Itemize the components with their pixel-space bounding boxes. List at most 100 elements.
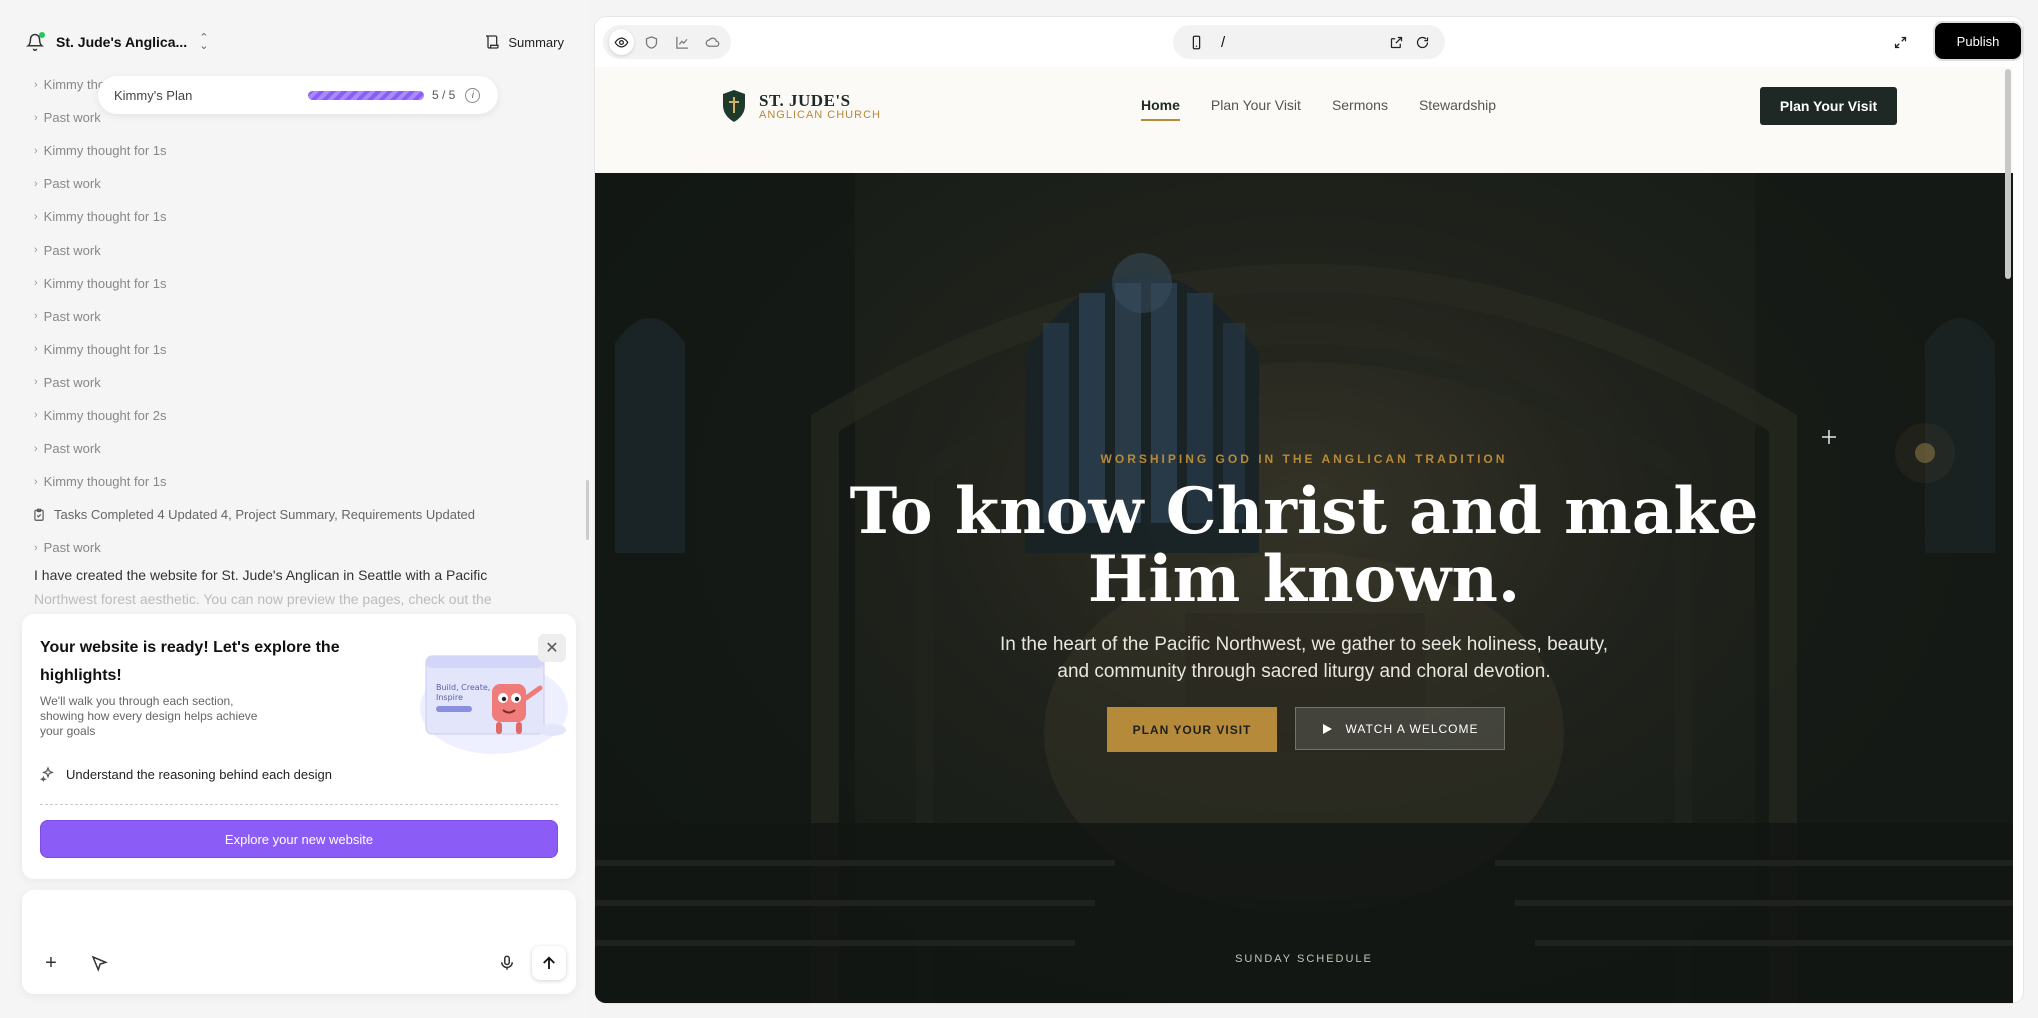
chevron-right-icon: ›	[34, 111, 38, 124]
hero-plan-visit-button[interactable]: PLAN YOUR VISIT	[1107, 707, 1277, 752]
card-feature: Understand the reasoning behind each des…	[40, 766, 332, 782]
microphone-button[interactable]	[490, 946, 524, 980]
eye-icon	[614, 36, 629, 48]
summary-button[interactable]: Summary	[476, 28, 572, 56]
arrow-up-icon	[543, 956, 555, 969]
chevron-right-icon: ›	[34, 376, 38, 389]
website-preview: ST. JUDE'S ANGLICAN CHURCH Home Plan You…	[595, 67, 2013, 1003]
hero-subtitle: In the heart of the Pacific Northwest, w…	[1000, 634, 1608, 682]
chevron-right-icon: ›	[34, 177, 38, 190]
illus-text: Inspire	[436, 693, 463, 702]
shield-icon	[646, 35, 658, 49]
preview-panel: / Publish ST. JUDE'S ANGLICAN CHURCH Hom…	[594, 16, 2024, 1004]
plus-icon: +	[45, 951, 57, 974]
refresh-icon	[1416, 36, 1428, 48]
message-composer[interactable]: +	[22, 890, 576, 994]
project-name[interactable]: St. Jude's Anglica...	[56, 34, 187, 50]
website-ready-card: Your website is ready! Let's explore the…	[22, 614, 576, 879]
open-external-button[interactable]	[1383, 29, 1409, 55]
brand-name: ST. JUDE'S	[759, 90, 851, 110]
log-item[interactable]: › Past work	[34, 300, 554, 333]
fullscreen-button[interactable]	[1887, 29, 1913, 55]
view-mode-group	[603, 25, 731, 59]
site-header: ST. JUDE'S ANGLICAN CHURCH Home Plan You…	[595, 67, 2013, 173]
log-item[interactable]: ›Kimmy thought for 1s	[34, 333, 554, 366]
external-link-icon	[1390, 36, 1402, 48]
device-toggle-button[interactable]	[1183, 29, 1209, 55]
log-item[interactable]: ›Kimmy thought for 1s	[34, 200, 554, 233]
log-item[interactable]: › Past work	[34, 432, 554, 465]
log-item[interactable]: › Past work	[34, 167, 554, 200]
chevron-updown-icon[interactable]: ⌃ ⌄	[199, 33, 208, 52]
chart-line-icon	[676, 36, 688, 49]
nav-home[interactable]: Home	[1141, 97, 1180, 121]
plan-progress-fill	[308, 90, 424, 100]
plan-count: 5 / 5	[432, 88, 456, 102]
log-item[interactable]: ›Kimmy thought for 1s	[34, 267, 554, 300]
plan-progress-bar	[308, 90, 424, 100]
header-plan-visit-button[interactable]: Plan Your Visit	[1760, 87, 1897, 125]
preview-scrollbar[interactable]	[2003, 67, 2013, 1003]
plan-label: Kimmy's Plan	[114, 87, 193, 103]
analytics-button[interactable]	[670, 29, 695, 55]
url-path[interactable]: /	[1221, 34, 1383, 51]
chevron-right-icon: ›	[34, 144, 38, 157]
sparkles-icon	[40, 766, 55, 782]
card-description: We'll walk you through each section, sho…	[40, 694, 258, 738]
log-item[interactable]: › Kimmy thought for 2s	[34, 399, 554, 432]
scrollbar-thumb[interactable]	[2005, 69, 2011, 279]
address-bar[interactable]: /	[1173, 25, 1445, 59]
notification-button[interactable]	[22, 29, 48, 55]
chevron-right-icon: ›	[34, 475, 38, 488]
log-item[interactable]: › Past work	[34, 233, 554, 266]
close-icon: ✕	[545, 640, 559, 657]
publish-button[interactable]: Publish	[1935, 23, 2021, 59]
chevron-right-icon: ›	[34, 409, 38, 422]
microphone-icon	[501, 955, 513, 970]
hero-title: To know Christ and make Him known.	[849, 474, 1759, 617]
site-nav: Home Plan Your Visit Sermons Stewardship	[1141, 97, 1496, 121]
watch-welcome-button[interactable]: WATCH A WELCOME	[1295, 707, 1505, 750]
clipboard-check-icon	[34, 508, 44, 521]
chevron-right-icon: ›	[34, 442, 38, 455]
chevron-right-icon: ›	[34, 541, 38, 554]
chevron-right-icon: ›	[34, 310, 38, 323]
activity-log: ›Kimmy thought for 1s ›Past work ›Kimmy …	[34, 68, 554, 564]
log-item[interactable]: ›Kimmy thought for 1s	[34, 134, 554, 167]
nav-sermons[interactable]: Sermons	[1332, 97, 1388, 121]
sunday-schedule-label: SUNDAY SCHEDULE	[1235, 953, 1373, 965]
add-button[interactable]: +	[34, 946, 68, 980]
preview-mode-button[interactable]	[609, 29, 634, 55]
site-brand[interactable]: ST. JUDE'S ANGLICAN CHURCH	[721, 89, 881, 123]
chat-panel: St. Jude's Anglica... ⌃ ⌄ Summary › Kimmy …	[0, 0, 590, 1018]
log-item[interactable]: › Past work	[34, 366, 554, 399]
chevron-right-icon: ›	[34, 78, 38, 91]
play-icon	[1323, 723, 1333, 734]
chevron-right-icon: ›	[34, 343, 38, 356]
close-button[interactable]: ✕	[538, 634, 566, 662]
chevron-right-icon: ›	[34, 277, 38, 290]
hero-eyebrow: WORSHIPING GOD IN THE ANGLICAN TRADITION	[1100, 452, 1508, 466]
send-button[interactable]	[532, 946, 566, 980]
log-item[interactable]: ›Kimmy thought for 1s	[34, 465, 554, 498]
reload-button[interactable]	[1409, 29, 1435, 55]
plan-progress-pill[interactable]: Kimmy's Plan 5 / 5 i	[98, 76, 498, 114]
info-icon[interactable]: i	[465, 87, 481, 103]
deploy-button[interactable]	[701, 29, 726, 55]
security-button[interactable]	[640, 29, 665, 55]
chevron-right-icon: ›	[34, 210, 38, 223]
panel-resize-handle[interactable]	[586, 480, 589, 540]
card-title: Your website is ready! Let's explore the…	[40, 639, 340, 684]
status-dot	[39, 32, 45, 38]
preview-toolbar: / Publish	[595, 17, 2023, 67]
nav-plan-your-visit[interactable]: Plan Your Visit	[1211, 97, 1301, 121]
summary-label: Summary	[508, 34, 564, 50]
cursor-icon	[91, 955, 108, 972]
log-item[interactable]: › Past work	[34, 531, 554, 564]
task-summary-item[interactable]: Tasks Completed 4 Updated 4, Project Sum…	[32, 498, 554, 531]
cloud-icon	[705, 37, 720, 47]
nav-stewardship[interactable]: Stewardship	[1419, 97, 1496, 121]
select-element-button[interactable]	[82, 946, 116, 980]
explore-website-button[interactable]: Explore your new website	[40, 820, 558, 858]
illus-text: Build, Create,	[436, 683, 490, 692]
